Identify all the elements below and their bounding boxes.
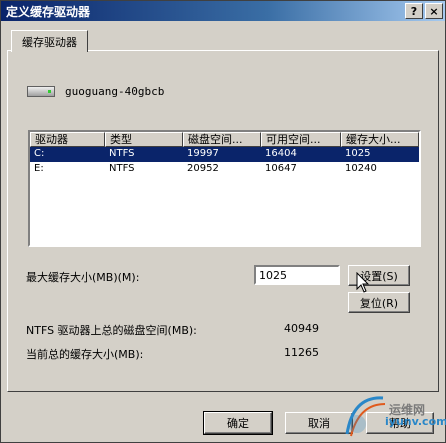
help-icon[interactable]: ? (405, 3, 423, 19)
table-row[interactable]: E: NTFS 20952 10647 10240 (30, 162, 419, 177)
watermark-subtext: iyunv.com (385, 415, 446, 428)
max-cache-input[interactable] (254, 265, 340, 285)
cell-disk-space: 20952 (187, 163, 219, 174)
computer-name: guoguang-40gbcb (65, 85, 165, 98)
cell-drive: E: (34, 163, 44, 174)
reset-button[interactable]: 复位(R) (348, 292, 410, 313)
drive-list[interactable]: 驱动器 类型 磁盘空间... 可用空间... 缓存大小... C: NTFS 1… (28, 130, 421, 247)
cell-free-space: 16404 (265, 148, 297, 159)
max-cache-label: 最大缓存大小(MB)(M): (26, 271, 140, 284)
close-icon[interactable]: × (425, 3, 443, 19)
cell-type: NTFS (109, 148, 135, 159)
tab-cache-drives[interactable]: 缓存驱动器 (11, 30, 88, 52)
cell-type: NTFS (109, 163, 135, 174)
window-title: 定义缓存驱动器 (6, 4, 91, 19)
cell-free-space: 10647 (265, 163, 297, 174)
column-header-drive[interactable]: 驱动器 (30, 132, 105, 147)
table-row[interactable]: C: NTFS 19997 16404 1025 (30, 147, 419, 162)
cell-cache-size: 10240 (345, 163, 377, 174)
ntfs-total-value: 40949 (284, 322, 319, 335)
tab-label: 缓存驱动器 (22, 35, 77, 49)
mouse-cursor-icon (356, 272, 370, 293)
ntfs-total-label: NTFS 驱动器上总的磁盘空间(MB): (26, 324, 197, 337)
cell-disk-space: 19997 (187, 148, 219, 159)
dialog-window: 定义缓存驱动器 ? × 缓存驱动器 guoguang-40gbcb 驱动器 类型… (0, 0, 446, 443)
column-header-disk-space[interactable]: 磁盘空间... (183, 132, 261, 147)
column-header-type[interactable]: 类型 (105, 132, 183, 147)
current-cache-label: 当前总的缓存大小(MB): (26, 348, 144, 361)
ok-button[interactable]: 确定 (203, 411, 273, 435)
current-cache-value: 11265 (284, 346, 319, 359)
cell-drive: C: (34, 148, 45, 159)
title-bar[interactable]: 定义缓存驱动器 ? × (1, 1, 445, 21)
computer-drive-icon (27, 86, 55, 97)
column-header-cache-size[interactable]: 缓存大小... (341, 132, 419, 147)
list-header: 驱动器 类型 磁盘空间... 可用空间... 缓存大小... (30, 132, 419, 147)
column-header-free-space[interactable]: 可用空间... (261, 132, 341, 147)
cell-cache-size: 1025 (345, 148, 371, 159)
